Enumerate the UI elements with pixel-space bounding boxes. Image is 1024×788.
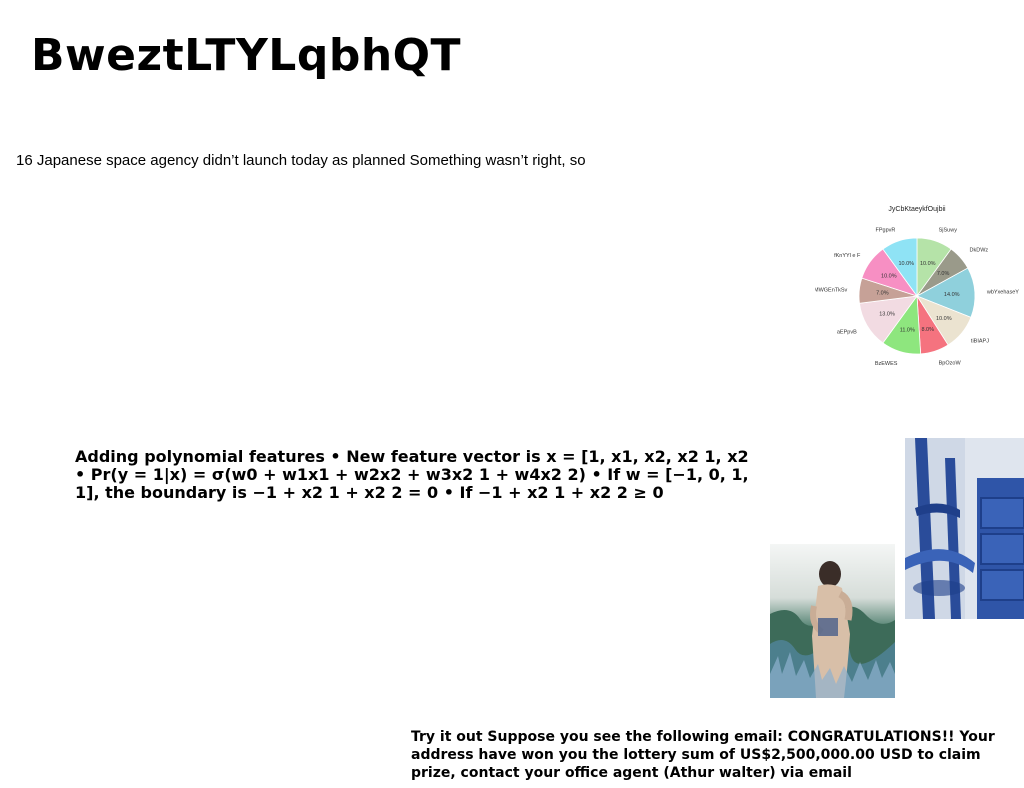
pie-percent-label-2: 14.0% — [944, 292, 960, 298]
pie-category-label-3: tiBIAPJ — [971, 339, 989, 345]
news-snippet-text: 16 Japanese space agency didn’t launch t… — [16, 152, 586, 169]
pie-category-label-5: BzEWES — [875, 361, 898, 367]
pie-percent-label-8: 10.0% — [881, 274, 897, 280]
pie-category-label-9: FPgpvR — [875, 227, 895, 233]
page-title: BweztLTYLqbhQT — [31, 30, 462, 81]
pie-percent-label-5: 11.0% — [900, 327, 915, 333]
pie-percent-label-7: 7.0% — [876, 291, 889, 297]
polynomial-features-text: Adding polynomial features • New feature… — [75, 447, 749, 502]
pie-category-label-2: wbYxehaseY — [986, 290, 1019, 296]
pie-percent-label-4: 8.0% — [921, 327, 934, 333]
pie-category-label-1: DkDWz — [970, 248, 989, 254]
pie-percent-label-3: 10.0% — [936, 316, 952, 322]
email-exercise-text: Try it out Suppose you see the following… — [411, 729, 995, 781]
pie-category-label-8: fKnYYl e F — [834, 253, 861, 259]
pie-category-label-4: BpOzoW — [939, 361, 962, 367]
pie-percent-label-6: 13.0% — [879, 312, 895, 318]
pie-percent-label-1: 7.0% — [937, 271, 950, 277]
pie-chart: JyCbKtaeykfOujbii 10.0% 7.0% 14.0% 10.0% 8.0… — [815, 198, 1024, 394]
pie-chart-svg: JyCbKtaeykfOujbii 10.0%7.0%14.0%10.0%8.0… — [815, 206, 1019, 367]
pie-category-label-0: SjSuwy — [939, 227, 958, 233]
pie-percent-label-9: 10.0% — [898, 261, 914, 267]
pie-category-label-7: MWGEnTkSv — [815, 287, 848, 293]
pie-percent-label-0: 10.0% — [920, 261, 936, 267]
chart-title: JyCbKtaeykfOujbii — [888, 206, 946, 213]
blue-chair-photo — [905, 438, 1024, 619]
woman-in-field-photo — [770, 544, 895, 698]
pie-category-label-6: aEPpvB — [837, 330, 857, 336]
